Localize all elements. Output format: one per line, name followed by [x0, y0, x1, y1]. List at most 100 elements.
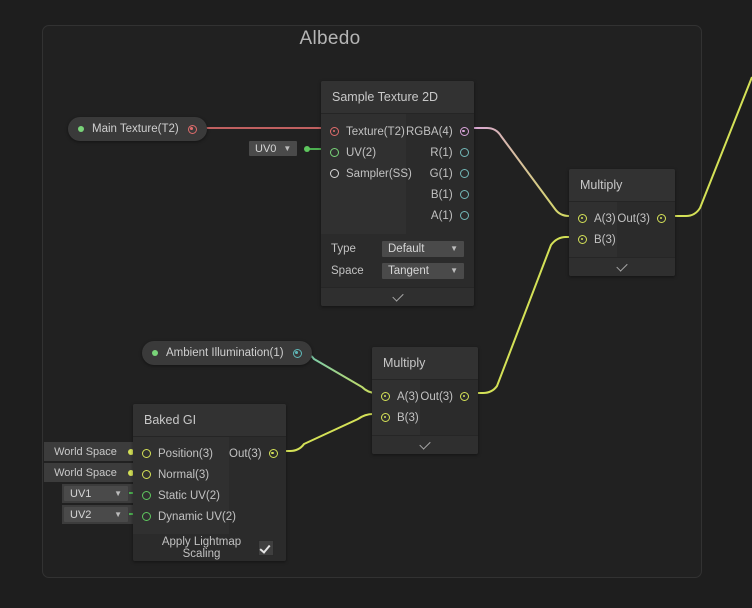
port-area: A(3) B(3) Out(3) — [569, 202, 675, 257]
static-uv-dropdown[interactable]: UV1 ▼ — [64, 486, 128, 501]
port-label: B(3) — [594, 233, 616, 246]
output-port-out[interactable]: Out(3) — [617, 208, 675, 229]
input-port-b[interactable]: B(3) — [569, 229, 617, 250]
input-ports: A(3) B(3) — [372, 380, 421, 435]
property-node-main-texture[interactable]: Main Texture(T2) — [68, 117, 207, 141]
port-label: UV(2) — [346, 146, 377, 159]
input-port-a[interactable]: A(3) — [569, 208, 617, 229]
bakedgi-chip-dynamic-uv[interactable]: UV2 ▼ — [62, 505, 141, 524]
port-area: Texture(T2) UV(2) Sampler(SS) RGBA(4) R(… — [321, 114, 474, 234]
chevron-down-icon: ▼ — [114, 488, 122, 498]
collapse-toggle[interactable] — [321, 287, 474, 306]
space-dropdown[interactable]: Tangent ▼ — [382, 263, 464, 279]
input-port-normal[interactable]: Normal(3) — [133, 464, 229, 485]
chevron-down-icon — [616, 259, 628, 272]
port-slot[interactable] — [142, 512, 151, 521]
apply-lightmap-scaling-checkbox[interactable] — [258, 539, 274, 556]
port-slot[interactable] — [142, 449, 151, 458]
port-slot[interactable] — [381, 392, 390, 401]
port-slot[interactable] — [578, 214, 587, 223]
port-label: Texture(T2) — [346, 125, 405, 138]
node-settings: Type Default ▼ Space Tangent ▼ — [321, 234, 474, 287]
type-dropdown[interactable]: Default ▼ — [382, 241, 464, 257]
setting-label: Type — [331, 243, 356, 255]
bakedgi-chip-position[interactable]: World Space — [44, 442, 141, 461]
port-slot[interactable] — [142, 491, 151, 500]
output-ports: RGBA(4) R(1) G(1) B(1) A(1) — [406, 114, 474, 234]
input-port-dynamic-uv[interactable]: Dynamic UV(2) — [133, 506, 236, 527]
input-ports: Position(3) Normal(3) Static UV(2) Dynam… — [133, 437, 236, 534]
port-slot[interactable] — [459, 169, 469, 178]
property-color-dot — [78, 126, 84, 132]
port-label: Normal(3) — [158, 468, 210, 481]
input-port-a[interactable]: A(3) — [372, 386, 420, 407]
input-port-uv[interactable]: UV(2) — [321, 142, 406, 163]
input-ports: Texture(T2) UV(2) Sampler(SS) — [321, 114, 412, 234]
output-port-ambient-illumination[interactable] — [292, 348, 302, 358]
output-port-b[interactable]: B(1) — [406, 184, 474, 205]
bakedgi-chip-normal[interactable]: World Space — [44, 463, 141, 482]
output-port-main-texture[interactable] — [187, 124, 197, 134]
uv0-dropdown[interactable]: UV0 ▼ — [249, 141, 298, 156]
setting-label: Space — [331, 265, 364, 277]
port-slot[interactable] — [330, 148, 339, 157]
output-ports: Out(3) — [617, 202, 675, 257]
port-slot[interactable] — [381, 413, 390, 422]
output-ports: Out(3) — [420, 380, 478, 435]
collapse-toggle[interactable] — [569, 257, 675, 276]
port-label: Out(3) — [420, 390, 453, 403]
collapse-toggle[interactable] — [372, 435, 478, 454]
port-area: A(3) B(3) Out(3) — [372, 380, 478, 435]
chevron-down-icon — [419, 437, 431, 450]
node-multiply-top[interactable]: Multiply A(3) B(3) Out(3) — [569, 169, 675, 276]
bakedgi-chip-static-uv[interactable]: UV1 ▼ — [62, 484, 141, 503]
chip-value: UV1 — [70, 487, 92, 500]
chip-value: UV2 — [70, 508, 92, 521]
node-title: Sample Texture 2D — [321, 81, 474, 114]
port-slot[interactable] — [268, 449, 278, 458]
output-port-r[interactable]: R(1) — [406, 142, 474, 163]
property-node-ambient-illumination[interactable]: Ambient Illumination(1) — [142, 341, 312, 365]
uv0-dropdown-chip[interactable]: UV0 ▼ — [249, 139, 311, 158]
port-label: Sampler(SS) — [346, 167, 412, 180]
shader-graph-canvas[interactable]: Albedo Main Texture(T2) UV0 ▼ Sample Tex… — [0, 0, 752, 608]
type-value: Default — [388, 243, 425, 255]
input-port-texture[interactable]: Texture(T2) — [321, 121, 406, 142]
node-sample-texture-2d[interactable]: Sample Texture 2D Texture(T2) UV(2) Samp… — [321, 81, 474, 306]
chevron-down-icon: ▼ — [450, 266, 458, 275]
output-port-rgba[interactable]: RGBA(4) — [406, 121, 474, 142]
port-slot[interactable] — [459, 211, 469, 220]
group-title: Albedo — [299, 28, 361, 49]
port-slot[interactable] — [459, 190, 469, 199]
port-label: Position(3) — [158, 447, 213, 460]
output-port-g[interactable]: G(1) — [406, 163, 474, 184]
property-label: Ambient Illumination(1) — [166, 347, 284, 359]
chevron-down-icon: ▼ — [283, 143, 292, 153]
port-label: G(1) — [429, 167, 453, 180]
port-slot[interactable] — [330, 127, 339, 136]
port-slot[interactable] — [578, 235, 587, 244]
chevron-down-icon — [391, 289, 404, 302]
input-port-static-uv[interactable]: Static UV(2) — [133, 485, 229, 506]
output-port-out[interactable]: Out(3) — [229, 443, 286, 464]
node-multiply-bottom[interactable]: Multiply A(3) B(3) Out(3) — [372, 347, 478, 454]
port-area: Position(3) Normal(3) Static UV(2) Dynam… — [133, 437, 286, 534]
port-slot[interactable] — [459, 127, 469, 136]
port-slot[interactable] — [330, 169, 339, 178]
port-label: R(1) — [430, 146, 453, 159]
dynamic-uv-dropdown[interactable]: UV2 ▼ — [64, 507, 128, 522]
output-port-a[interactable]: A(1) — [406, 205, 474, 226]
port-slot[interactable] — [142, 470, 151, 479]
port-label: Out(3) — [229, 447, 262, 460]
node-baked-gi[interactable]: Baked GI Position(3) Normal(3) Static UV… — [133, 404, 286, 561]
port-slot[interactable] — [459, 148, 469, 157]
port-slot[interactable] — [657, 214, 666, 223]
baked-gi-footer: Apply Lightmap Scaling — [133, 534, 286, 561]
output-port-out[interactable]: Out(3) — [420, 386, 478, 407]
port-slot[interactable] — [460, 392, 469, 401]
input-port-position[interactable]: Position(3) — [133, 443, 229, 464]
uv0-value: UV0 — [255, 142, 277, 155]
port-label: A(3) — [397, 390, 419, 403]
input-port-sampler[interactable]: Sampler(SS) — [321, 163, 412, 184]
input-port-b[interactable]: B(3) — [372, 407, 420, 428]
